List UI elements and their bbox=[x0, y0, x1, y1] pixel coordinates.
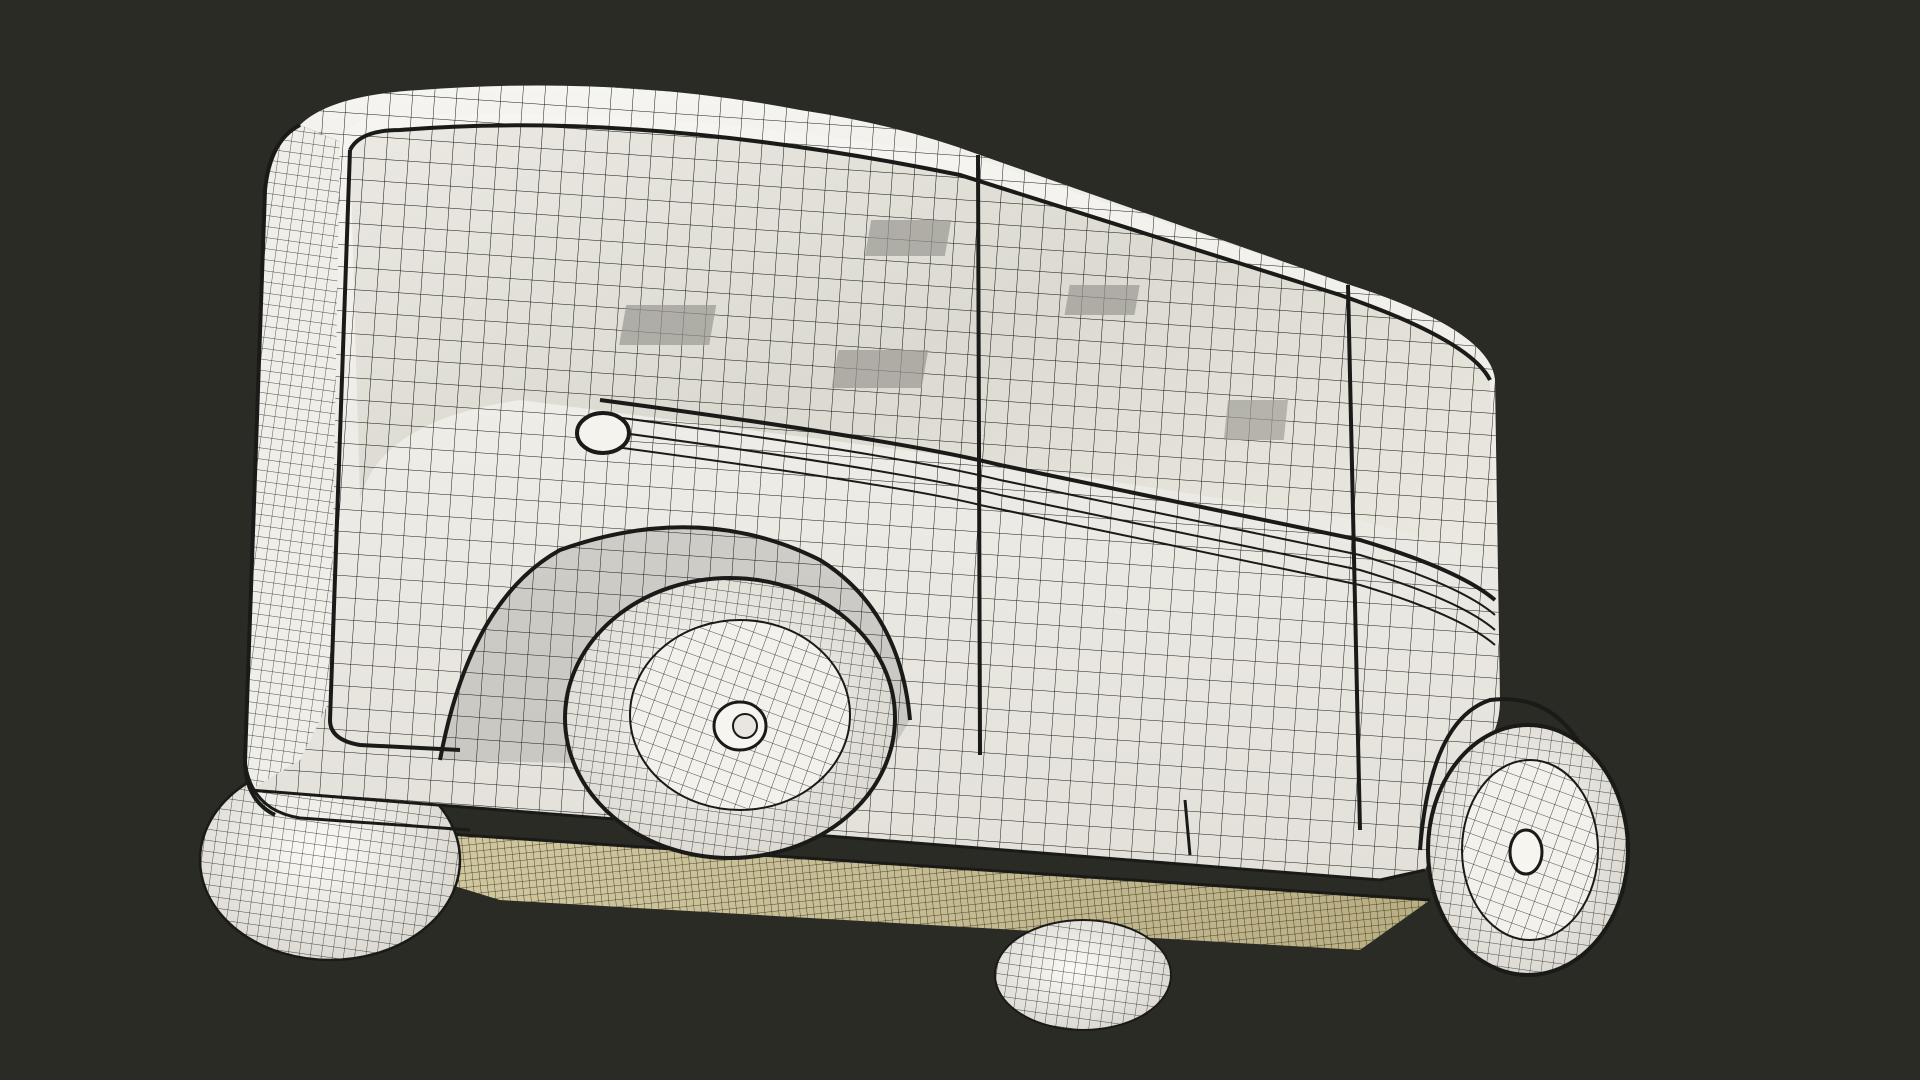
rear-near-wheel bbox=[1426, 723, 1630, 977]
vehicle-wireframe-render bbox=[198, 85, 1630, 1031]
rear-far-wheel bbox=[994, 919, 1172, 1031]
render-viewport bbox=[0, 0, 1920, 1080]
front-near-wheel bbox=[563, 576, 897, 860]
rear-wheel-hub bbox=[1508, 828, 1544, 876]
headlight bbox=[575, 411, 631, 455]
vehicle-body bbox=[242, 85, 1602, 882]
